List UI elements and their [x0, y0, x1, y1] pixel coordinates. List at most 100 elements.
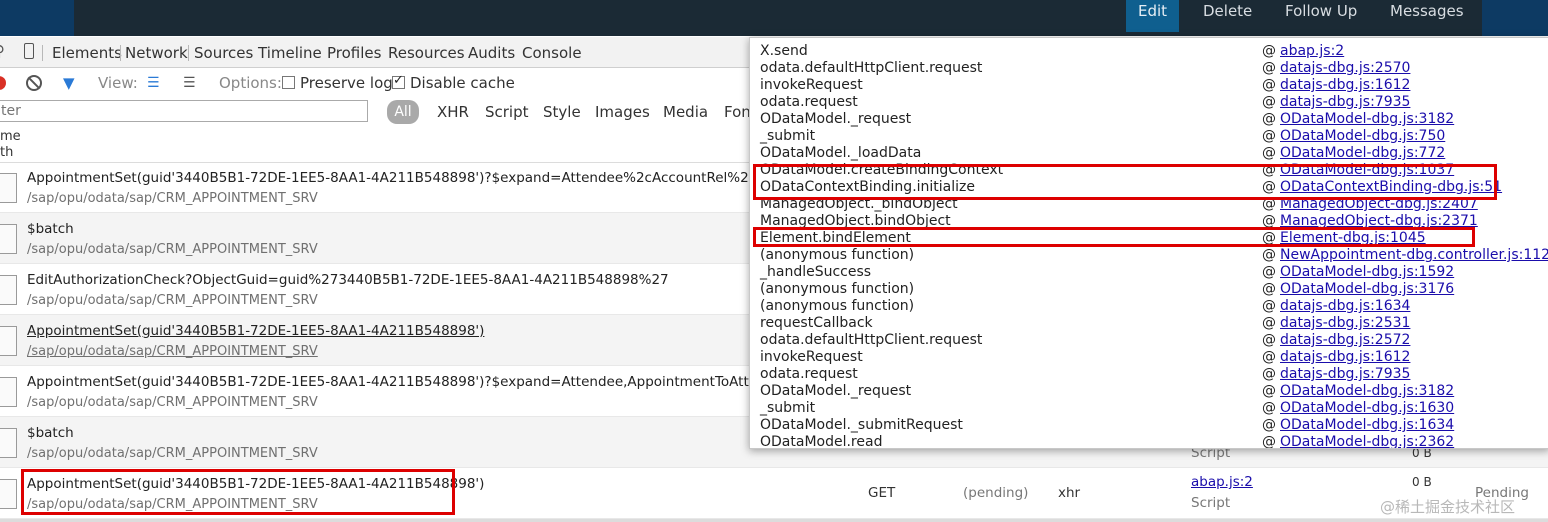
- search-icon[interactable]: ⚲: [0, 42, 5, 60]
- stack-frame-link[interactable]: ODataModel-dbg.js:1630: [1280, 400, 1454, 416]
- tab-elements[interactable]: Elements: [52, 44, 122, 62]
- stack-frame-function: ODataModel._submitRequest: [760, 417, 963, 433]
- stack-frame-function: _submit: [760, 400, 816, 416]
- request-type: xhr: [1058, 485, 1081, 501]
- stack-frame-link[interactable]: ODataModel-dbg.js:3176: [1280, 281, 1454, 297]
- tab-separator: [42, 45, 43, 61]
- tab-console[interactable]: Console: [522, 44, 582, 62]
- stack-frame-at: @: [1262, 383, 1276, 399]
- stack-frame-at: @: [1262, 60, 1276, 76]
- stack-frame-function: (anonymous function): [760, 247, 915, 263]
- stack-frame-at: @: [1262, 417, 1276, 433]
- stack-frame-function: (anonymous function): [760, 281, 915, 297]
- filter-input[interactable]: [0, 100, 368, 122]
- stack-frame-at: @: [1262, 111, 1276, 127]
- table-row[interactable]: AppointmentSet(guid'3440B5B1-72DE-1EE5-8…: [0, 468, 1548, 519]
- stack-frame-link[interactable]: ODataModel-dbg.js:750: [1280, 128, 1445, 144]
- filter-style-button[interactable]: Style: [543, 103, 581, 121]
- stack-frame-at: @: [1262, 43, 1276, 59]
- request-name: AppointmentSet(guid'3440B5B1-72DE-1EE5-8…: [27, 374, 809, 390]
- filter-font-button[interactable]: Fon: [724, 103, 751, 121]
- column-path-header[interactable]: th: [0, 145, 13, 160]
- messages-button[interactable]: Messages: [1390, 0, 1464, 32]
- request-status: (pending): [963, 485, 1029, 501]
- stack-frame-link[interactable]: datajs-dbg.js:2531: [1280, 315, 1410, 331]
- stack-frame-at: @: [1262, 281, 1276, 297]
- highlight-box: [753, 227, 1475, 247]
- disable-cache-checkbox[interactable]: [392, 73, 405, 89]
- stack-frame-link[interactable]: ODataModel-dbg.js:2362: [1280, 434, 1454, 448]
- highlight-box: [753, 164, 1497, 200]
- tab-separator: [188, 45, 189, 61]
- options-label: Options:: [219, 74, 282, 92]
- stack-frame-link[interactable]: datajs-dbg.js:7935: [1280, 366, 1410, 382]
- stack-frame-link[interactable]: datajs-dbg.js:7935: [1280, 94, 1410, 110]
- stack-frame-link[interactable]: ODataModel-dbg.js:1634: [1280, 417, 1454, 433]
- stack-frame-at: @: [1262, 315, 1276, 331]
- request-path: /sap/opu/odata/sap/CRM_APPOINTMENT_SRV: [27, 191, 318, 206]
- stack-frame-function: ODataModel._request: [760, 383, 912, 399]
- tab-timeline[interactable]: Timeline: [258, 44, 322, 62]
- stack-frame-link[interactable]: ODataModel-dbg.js:772: [1280, 145, 1445, 161]
- initiator-callstack-popover: X.send @ abap.js:2 odata.defaultHttpClient.…: [749, 37, 1548, 449]
- highlight-box: [21, 469, 455, 515]
- request-method: GET: [868, 485, 896, 501]
- device-mode-icon[interactable]: [24, 43, 34, 59]
- stack-frame-at: @: [1262, 247, 1276, 263]
- request-path: /sap/opu/odata/sap/CRM_APPOINTMENT_SRV: [27, 446, 318, 461]
- stack-frame-function: odata.request: [760, 366, 858, 382]
- stack-frame-link[interactable]: datajs-dbg.js:1612: [1280, 349, 1410, 365]
- preserve-log-label: Preserve log: [300, 74, 393, 92]
- stack-frame-link[interactable]: NewAppointment-dbg.controller.js:1128: [1280, 247, 1548, 263]
- initiator-link[interactable]: abap.js:2: [1191, 474, 1253, 490]
- edit-button[interactable]: Edit: [1126, 0, 1180, 32]
- stack-frame-at: @: [1262, 264, 1276, 280]
- stack-frame-link[interactable]: datajs-dbg.js:1612: [1280, 77, 1410, 93]
- stack-frame-link[interactable]: datajs-dbg.js:1634: [1280, 298, 1410, 314]
- follow-up-button[interactable]: Follow Up: [1285, 0, 1357, 32]
- request-name: EditAuthorizationCheck?ObjectGuid=guid%2…: [27, 272, 669, 288]
- watermark: @稀土掘金技术社区: [1380, 498, 1516, 516]
- record-icon[interactable]: [0, 76, 6, 90]
- file-icon: [0, 479, 17, 509]
- stack-frame-function: requestCallback: [760, 315, 873, 331]
- filter-all-button[interactable]: All: [387, 100, 419, 124]
- filter-media-button[interactable]: Media: [663, 103, 708, 121]
- app-header-bar: Edit Delete Follow Up Messages: [0, 0, 1548, 36]
- request-path: /sap/opu/odata/sap/CRM_APPOINTMENT_SRV: [27, 242, 318, 257]
- request-name: $batch: [27, 425, 74, 441]
- filter-xhr-button[interactable]: XHR: [437, 103, 469, 121]
- stack-frame-function: _submit: [760, 128, 816, 144]
- stack-frame-link[interactable]: datajs-dbg.js:2572: [1280, 332, 1410, 348]
- stack-frame-function: odata.request: [760, 94, 858, 110]
- stack-frame-at: @: [1262, 77, 1276, 93]
- list-view-icon[interactable]: ☰: [147, 75, 160, 91]
- preserve-log-checkbox[interactable]: [282, 76, 295, 89]
- tab-audits[interactable]: Audits: [468, 44, 515, 62]
- filter-script-button[interactable]: Script: [485, 103, 529, 121]
- filter-icon[interactable]: ▼: [63, 74, 75, 92]
- initiator-type: Script: [1191, 495, 1231, 511]
- stack-frame-function: X.send: [760, 43, 808, 59]
- stack-frame-link[interactable]: ODataModel-dbg.js:3182: [1280, 111, 1454, 127]
- clear-icon[interactable]: [26, 75, 42, 91]
- tab-network[interactable]: Network: [125, 44, 188, 62]
- stack-frame-function: ODataModel.read: [760, 434, 883, 449]
- stack-frame-link[interactable]: datajs-dbg.js:2570: [1280, 60, 1410, 76]
- file-icon: [0, 173, 17, 203]
- stack-frame-link[interactable]: ODataModel-dbg.js:3182: [1280, 383, 1454, 399]
- stack-frame-function: (anonymous function): [760, 298, 915, 314]
- stack-frame-link[interactable]: abap.js:2: [1280, 43, 1344, 59]
- waterfall-view-icon[interactable]: ☰: [183, 75, 196, 91]
- stack-frame-link[interactable]: ODataModel-dbg.js:1592: [1280, 264, 1454, 280]
- tab-sources[interactable]: Sources: [194, 44, 253, 62]
- filter-images-button[interactable]: Images: [595, 103, 650, 121]
- stack-frame-at: @: [1262, 94, 1276, 110]
- file-icon: [0, 326, 17, 356]
- file-icon: [0, 224, 17, 254]
- column-name-header[interactable]: me: [0, 129, 21, 144]
- stack-frame-at: @: [1262, 434, 1276, 449]
- delete-button[interactable]: Delete: [1203, 0, 1252, 32]
- tab-profiles[interactable]: Profiles: [327, 44, 381, 62]
- tab-resources[interactable]: Resources: [388, 44, 465, 62]
